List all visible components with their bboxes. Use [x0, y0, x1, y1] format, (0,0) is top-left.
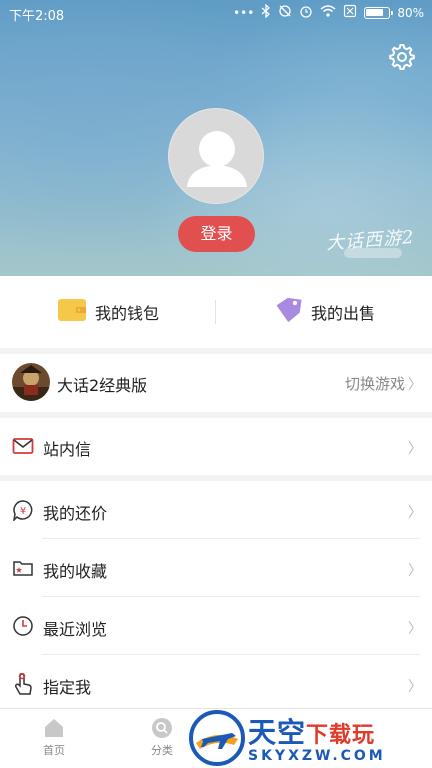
list-item-label: 指定我 [43, 678, 92, 697]
chevron-right-icon: 〉 [408, 563, 422, 579]
list-item-counter-offers[interactable]: ¥ 我的还价 〉 [0, 481, 432, 539]
search-icon [151, 717, 173, 739]
profile-header: 下午2:08 ••• 80% 登录 大话西游2 [0, 0, 432, 276]
inbox-row[interactable]: 站内信 〉 [0, 418, 432, 475]
list-item-label: 我的还价 [43, 504, 108, 523]
game-avatar [12, 363, 50, 401]
default-avatar-icon [187, 131, 247, 187]
list-item-label: 最近浏览 [43, 620, 108, 639]
site-logo: 天空下载玩 SKYXZW.COM [186, 708, 432, 768]
wifi-icon [320, 5, 336, 21]
chevron-right-icon: 〉 [408, 679, 422, 695]
battery-icon [364, 7, 394, 19]
status-bar: 下午2:08 ••• 80% [0, 0, 432, 26]
my-wallet-button[interactable]: 我的钱包 [58, 276, 159, 348]
sync-off-icon [278, 4, 292, 22]
my-wallet-label: 我的钱包 [95, 304, 160, 323]
folder-star-icon [12, 557, 34, 579]
game-logo-ribbon [344, 248, 402, 258]
wallet-section: 我的钱包 我的出售 [0, 276, 432, 348]
nav-category[interactable]: 分类 [132, 717, 192, 758]
nav-home-label: 首页 [43, 744, 65, 757]
mail-icon [12, 435, 34, 457]
sim-off-icon [343, 4, 357, 22]
profile-page: 下午2:08 ••• 80% 登录 大话西游2 我的钱包 我的出售 大话2经典版… [0, 0, 432, 768]
clock-icon [12, 615, 34, 637]
promo-title-main: 天空 [248, 716, 307, 749]
chevron-right-icon: 〉 [408, 505, 422, 521]
chevron-right-icon: 〉 [408, 441, 422, 457]
hand-pointer-icon [12, 672, 34, 695]
my-sales-button[interactable]: 我的出售 [274, 276, 375, 348]
my-sales-label: 我的出售 [311, 304, 376, 323]
alarm-icon [299, 4, 313, 22]
settings-gear-icon[interactable] [386, 42, 416, 72]
login-button[interactable]: 登录 [178, 216, 255, 252]
list-item-assigned-to-me[interactable]: 指定我 〉 [0, 655, 432, 713]
wallet-divider [215, 300, 216, 324]
nav-category-label: 分类 [151, 744, 173, 757]
menu-list: ¥ 我的还价 〉 我的收藏 〉 最近浏览 〉 指定我 〉 [0, 481, 432, 708]
svg-text:¥: ¥ [20, 506, 26, 517]
game-title: 大话2经典版 [57, 376, 148, 395]
bluetooth-icon [261, 3, 271, 22]
switch-game-link[interactable]: 切换游戏 [345, 373, 405, 394]
avatar[interactable] [168, 108, 264, 204]
wallet-icon [58, 299, 86, 325]
home-icon [43, 717, 65, 739]
more-dots-icon: ••• [233, 6, 255, 20]
list-item-recent[interactable]: 最近浏览 〉 [0, 597, 432, 655]
status-time: 下午2:08 [9, 9, 65, 24]
battery-level [366, 9, 384, 16]
yuan-bubble-icon: ¥ [12, 499, 34, 523]
inbox-label: 站内信 [43, 440, 92, 459]
chevron-right-icon: 〉 [408, 621, 422, 637]
battery-percent: 80% [397, 6, 424, 20]
airplane-logo-icon [189, 710, 245, 766]
current-game-row[interactable]: 大话2经典版 切换游戏 〉 [0, 354, 432, 412]
promo-title-accent: 下载玩 [306, 723, 376, 748]
promo-url: SKYXZW.COM [248, 748, 386, 764]
list-item-favorites[interactable]: 我的收藏 〉 [0, 539, 432, 597]
chevron-right-icon: 〉 [408, 377, 422, 393]
list-item-label: 我的收藏 [43, 562, 108, 581]
nav-home[interactable]: 首页 [24, 717, 84, 758]
price-tag-icon [274, 297, 302, 327]
